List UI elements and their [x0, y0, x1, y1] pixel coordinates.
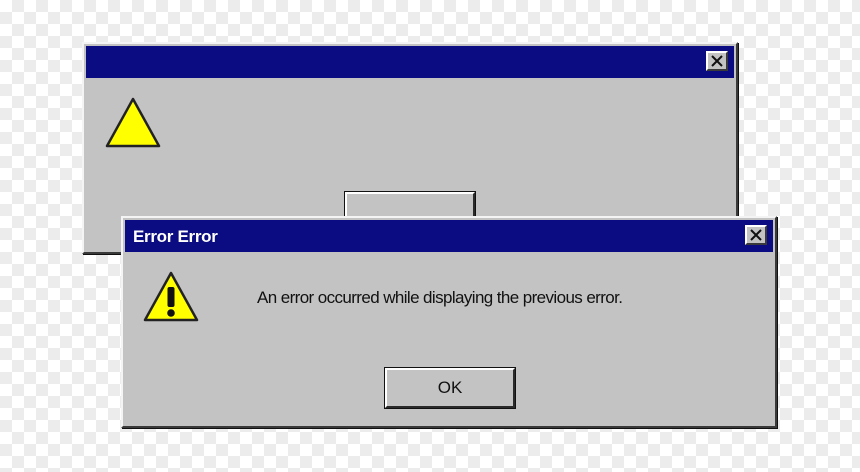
warning-icon	[143, 271, 199, 322]
close-icon	[711, 55, 723, 67]
ok-button[interactable]: OK	[384, 367, 516, 409]
warning-icon	[105, 97, 161, 148]
close-button[interactable]	[706, 51, 728, 71]
error-dialog: Error Error An error occurred while disp…	[121, 216, 777, 428]
dialog-title: Error Error	[133, 227, 218, 246]
close-button[interactable]	[745, 225, 767, 245]
title-bar[interactable]: Error Error	[125, 220, 773, 252]
error-message: An error occurred while displaying the p…	[257, 288, 623, 307]
close-icon	[750, 229, 762, 241]
title-bar[interactable]	[86, 46, 734, 78]
